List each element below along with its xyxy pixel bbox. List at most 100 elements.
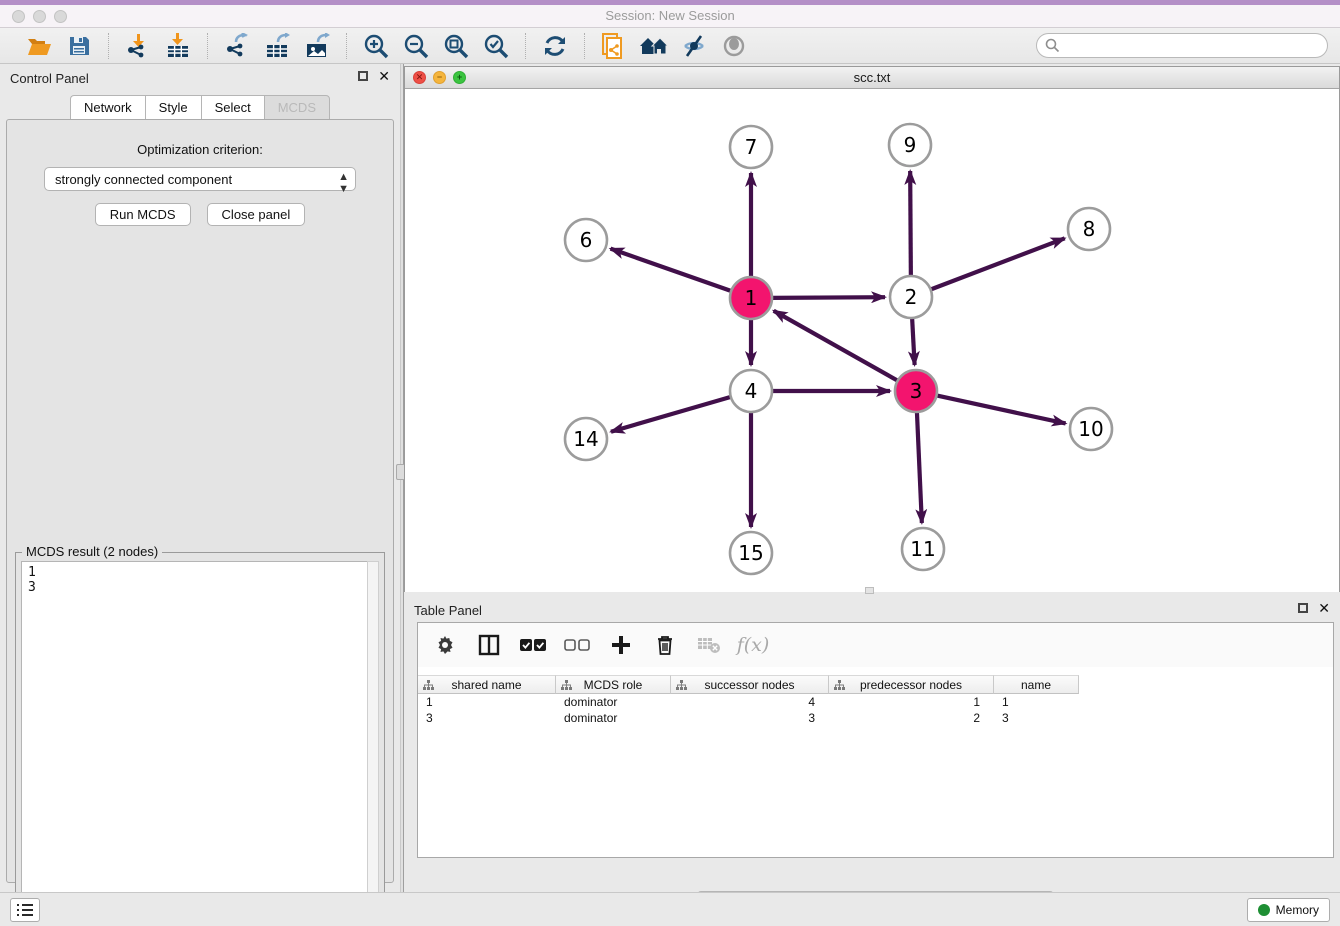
select-all-checkboxes-icon[interactable] <box>520 632 546 658</box>
memory-status-icon <box>1258 904 1270 916</box>
hierarchy-icon <box>834 680 845 691</box>
node-label-2: 2 <box>905 285 918 309</box>
edge-2-9[interactable] <box>910 171 911 276</box>
edge-2-3[interactable] <box>912 318 915 365</box>
node-label-6: 6 <box>580 228 593 252</box>
main-titlebar: Session: New Session <box>0 0 1340 28</box>
node-label-7: 7 <box>745 135 758 159</box>
cell-shared-name[interactable]: 1 <box>418 694 556 710</box>
edge-1-2[interactable] <box>772 297 885 298</box>
node-label-1: 1 <box>745 286 758 310</box>
table-row[interactable]: 3dominator323 <box>418 710 1333 726</box>
save-session-icon[interactable] <box>64 32 94 60</box>
cell-predecessor-nodes[interactable]: 1 <box>829 694 994 710</box>
node-label-11: 11 <box>910 537 935 561</box>
control-panel-title: Control Panel <box>10 71 89 86</box>
zoom-out-icon[interactable] <box>401 32 431 60</box>
node-table: f(x) shared nameMCDS rolesuccessor nodes… <box>417 622 1334 858</box>
cell-name[interactable]: 1 <box>994 694 1079 710</box>
home-icon[interactable] <box>639 32 669 60</box>
mcds-result-textarea[interactable]: 1 3 <box>21 561 379 926</box>
zoom-selected-icon[interactable] <box>481 32 511 60</box>
hierarchy-icon <box>561 680 572 691</box>
hide-selected-icon[interactable] <box>679 32 709 60</box>
show-all-icon[interactable] <box>719 32 749 60</box>
dropdown-value: strongly connected component <box>55 172 232 187</box>
apply-layout-icon[interactable] <box>540 32 570 60</box>
float-table-panel-icon[interactable] <box>1298 603 1308 613</box>
memory-button[interactable]: Memory <box>1247 898 1330 922</box>
edge-3-11[interactable] <box>917 412 922 523</box>
cell-shared-name[interactable]: 3 <box>418 710 556 726</box>
tab-network[interactable]: Network <box>70 95 145 120</box>
memory-label: Memory <box>1276 903 1319 917</box>
edge-4-14[interactable] <box>611 397 731 432</box>
table-toolbar: f(x) <box>418 623 1333 667</box>
hierarchy-icon <box>423 680 434 691</box>
node-label-14: 14 <box>573 427 598 451</box>
table-row[interactable]: 1dominator411 <box>418 694 1333 710</box>
cell-MCDS-role[interactable]: dominator <box>556 694 671 710</box>
tab-select[interactable]: Select <box>201 95 264 120</box>
column-header-MCDS-role[interactable]: MCDS role <box>556 675 671 694</box>
column-header-name[interactable]: name <box>994 675 1079 694</box>
table-settings-icon[interactable] <box>432 632 458 658</box>
run-mcds-button[interactable]: Run MCDS <box>95 203 191 226</box>
close-panel-icon[interactable]: ✕ <box>378 70 390 82</box>
cell-successor-nodes[interactable]: 4 <box>671 694 829 710</box>
dropdown-stepper-icon: ▲▼ <box>338 171 348 195</box>
export-table-icon[interactable] <box>262 32 292 60</box>
export-network-icon[interactable] <box>222 32 252 60</box>
cell-predecessor-nodes[interactable]: 2 <box>829 710 994 726</box>
cell-successor-nodes[interactable]: 3 <box>671 710 829 726</box>
network-graph[interactable]: 1234678910111415 <box>405 89 1339 592</box>
edge-2-8[interactable] <box>931 238 1065 289</box>
zoom-fit-icon[interactable] <box>441 32 471 60</box>
network-from-selection-icon[interactable] <box>599 32 629 60</box>
tab-style[interactable]: Style <box>145 95 201 120</box>
list-icon <box>16 903 34 917</box>
optimization-criterion-dropdown[interactable]: strongly connected component ▲▼ <box>44 167 356 191</box>
node-label-9: 9 <box>904 133 917 157</box>
column-header-predecessor-nodes[interactable]: predecessor nodes <box>829 675 994 694</box>
open-session-icon[interactable] <box>24 32 54 60</box>
network-window-title: scc.txt <box>405 70 1339 85</box>
float-panel-icon[interactable] <box>358 71 368 81</box>
node-label-8: 8 <box>1083 217 1096 241</box>
search-box[interactable] <box>1036 33 1328 58</box>
add-column-icon[interactable] <box>608 632 634 658</box>
cell-MCDS-role[interactable]: dominator <box>556 710 671 726</box>
node-label-4: 4 <box>745 379 758 403</box>
split-columns-icon[interactable] <box>476 632 502 658</box>
edge-1-6[interactable] <box>611 249 732 291</box>
cell-name[interactable]: 3 <box>994 710 1079 726</box>
status-bar: Memory <box>0 892 1340 926</box>
network-resize-handle[interactable] <box>865 587 874 594</box>
zoom-in-icon[interactable] <box>361 32 391 60</box>
column-header-successor-nodes[interactable]: successor nodes <box>671 675 829 694</box>
column-header-shared-name[interactable]: shared name <box>418 675 556 694</box>
import-table-icon[interactable] <box>163 32 193 60</box>
import-network-icon[interactable] <box>123 32 153 60</box>
show-task-history-button[interactable] <box>10 898 40 922</box>
optimization-criterion-label: Optimization criterion: <box>7 142 393 157</box>
edge-3-1[interactable] <box>774 311 898 381</box>
delete-column-icon[interactable] <box>652 632 678 658</box>
application-window: Session: New Session <box>0 0 1340 926</box>
network-view-window: ✕ − + scc.txt 1234678910111415 <box>404 66 1340 592</box>
table-panel-title: Table Panel <box>414 603 482 618</box>
search-input[interactable] <box>1065 38 1315 53</box>
close-table-panel-icon[interactable]: ✕ <box>1318 602 1330 614</box>
deselect-all-checkboxes-icon[interactable] <box>564 632 590 658</box>
node-label-3: 3 <box>910 379 923 403</box>
export-image-icon[interactable] <box>302 32 332 60</box>
tab-mcds[interactable]: MCDS <box>264 95 330 120</box>
mcds-pane: Optimization criterion: strongly connect… <box>6 119 394 883</box>
edge-3-10[interactable] <box>937 395 1066 423</box>
network-canvas[interactable]: 1234678910111415 <box>405 89 1339 592</box>
close-panel-button[interactable]: Close panel <box>207 203 306 226</box>
mcds-result-scrollbar[interactable] <box>367 561 379 926</box>
network-window-titlebar[interactable]: ✕ − + scc.txt <box>405 67 1339 89</box>
mcds-result-title: MCDS result (2 nodes) <box>22 544 162 559</box>
hierarchy-icon <box>676 680 687 691</box>
